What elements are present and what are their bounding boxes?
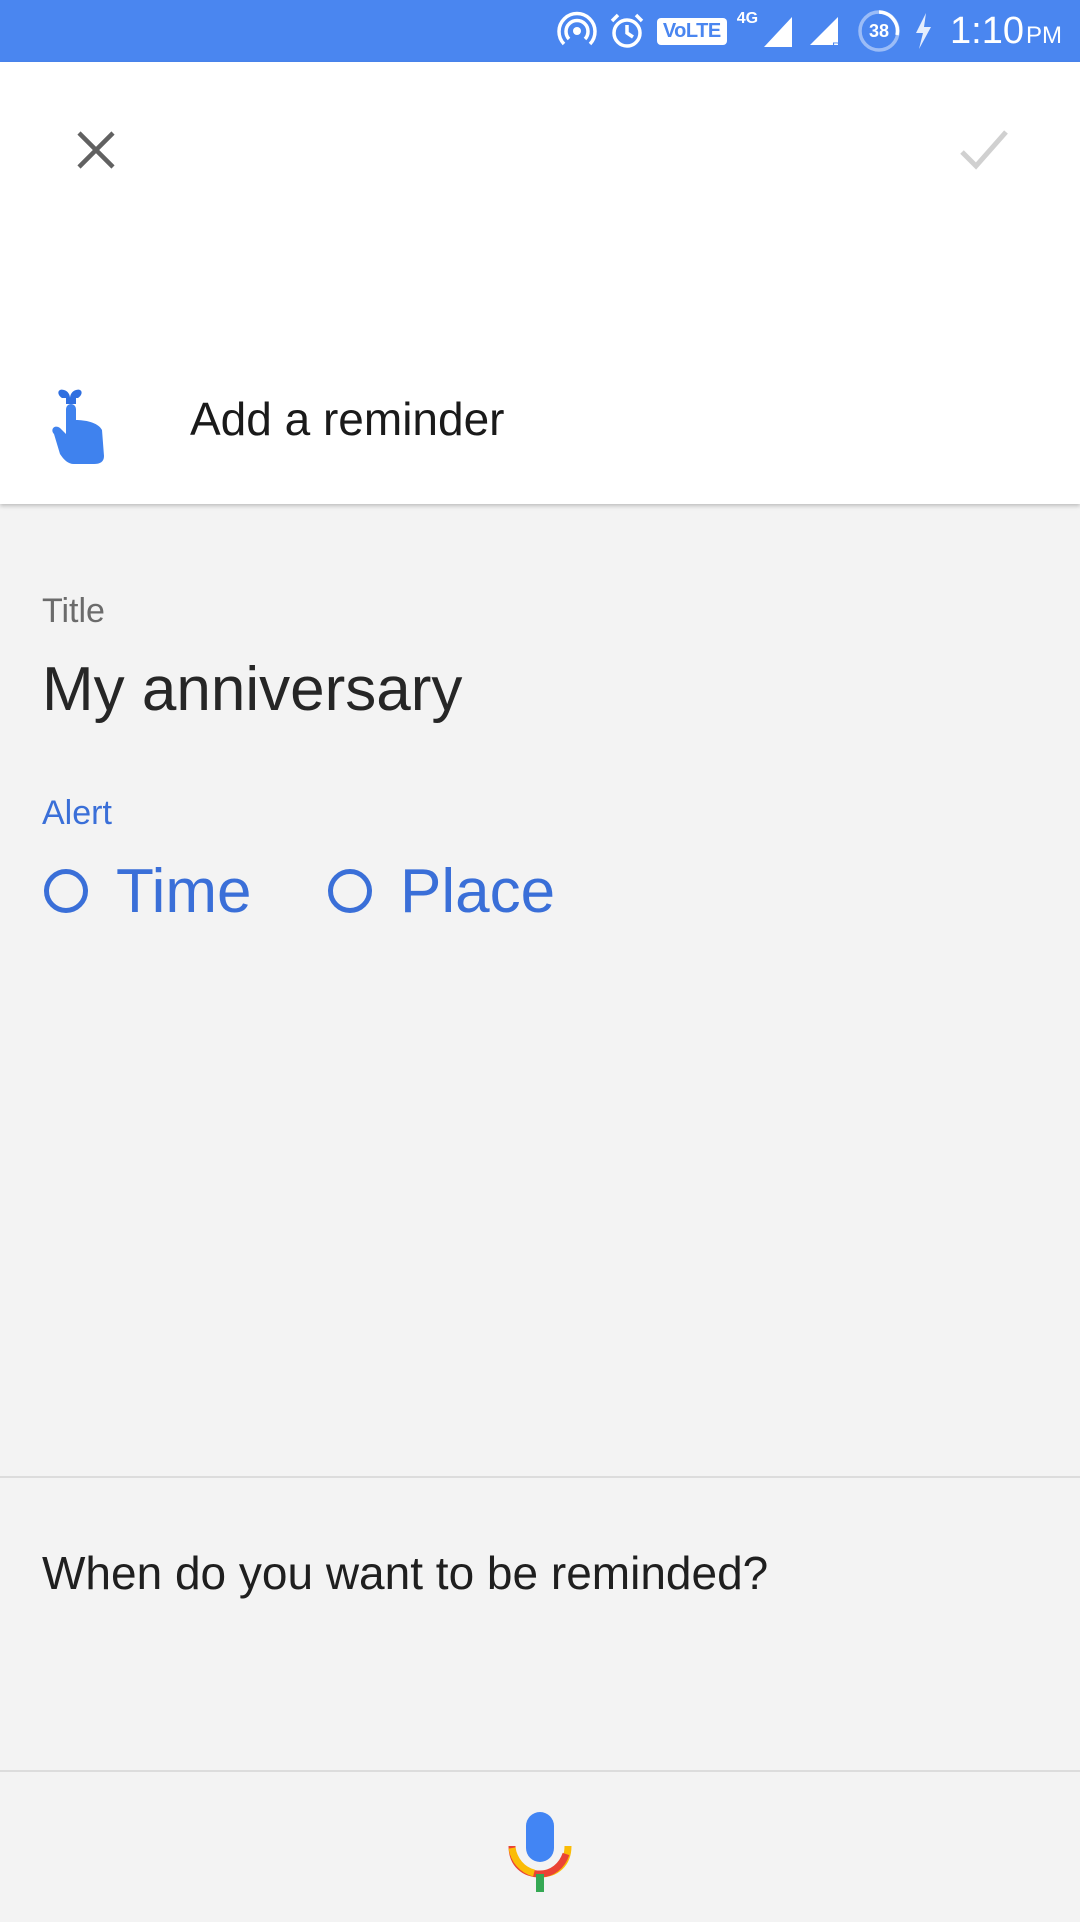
alert-option-time[interactable]: Time: [44, 848, 251, 934]
alarm-icon: [610, 13, 644, 48]
radio-unchecked-icon: [44, 869, 88, 913]
status-icons: VoLTE 4G R 38 1:10PM: [557, 0, 1062, 62]
title-field-value[interactable]: My anniversary: [42, 654, 462, 725]
battery-level: 38: [869, 20, 890, 41]
close-icon: [77, 131, 115, 169]
voice-input-bar: [0, 1770, 1080, 1922]
radio-unchecked-icon: [328, 869, 372, 913]
assistant-prompt-text: When do you want to be reminded?: [42, 1547, 769, 1599]
status-time-value: 1:10: [950, 9, 1024, 52]
reminder-header-card: Add a reminder: [0, 62, 1080, 504]
assistant-prompt-panel: When do you want to be reminded?: [0, 1476, 1080, 1774]
alert-field-label: Alert: [42, 794, 112, 832]
status-bar: VoLTE 4G R 38 1:10PM: [0, 0, 1080, 62]
hotspot-icon: [557, 11, 597, 46]
status-time-ampm: PM: [1026, 21, 1062, 49]
signal-icon: [760, 17, 793, 47]
close-button[interactable]: [56, 110, 136, 190]
network-type-label: 4G: [736, 10, 759, 27]
google-mic-icon[interactable]: [500, 1808, 580, 1898]
finger-ribbon-reminder-icon: [52, 389, 104, 464]
alert-option-time-label: Time: [116, 856, 252, 926]
alert-option-place[interactable]: Place: [328, 848, 555, 934]
signal-roaming-icon: R: [810, 17, 841, 51]
volte-badge: VoLTE: [656, 17, 727, 45]
page-title: Add a reminder: [190, 393, 505, 445]
confirm-button[interactable]: [944, 110, 1024, 190]
checkmark-icon: [960, 130, 1008, 170]
svg-text:R: R: [832, 40, 841, 51]
status-time: 1:10PM: [950, 10, 1062, 53]
charging-icon: [916, 13, 932, 49]
battery-indicator: 38: [856, 8, 902, 54]
title-field-label: Title: [42, 592, 105, 630]
alert-option-place-label: Place: [400, 856, 556, 926]
